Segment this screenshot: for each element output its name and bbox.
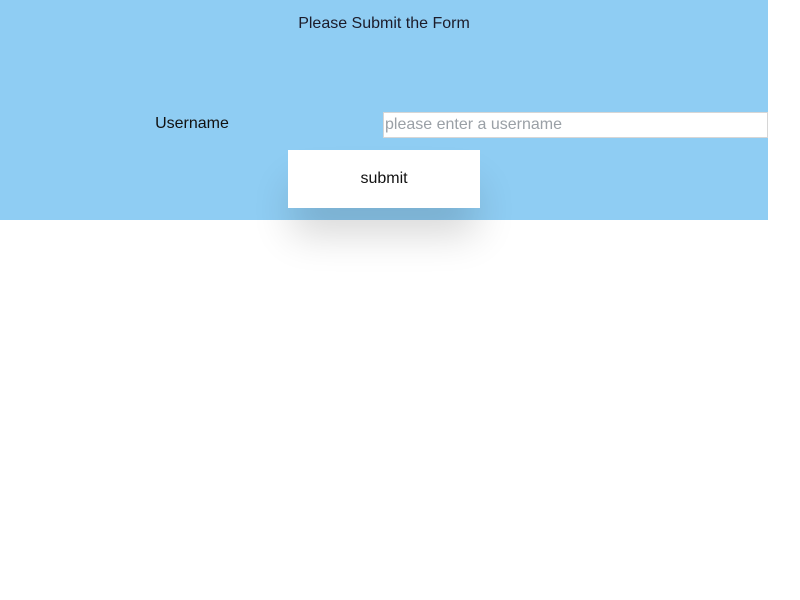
username-input[interactable] (383, 112, 768, 138)
form-panel: Please Submit the Form Username submit (0, 0, 768, 220)
form-title: Please Submit the Form (298, 15, 470, 32)
submit-button[interactable]: submit (288, 150, 480, 208)
username-label: Username (155, 115, 229, 132)
